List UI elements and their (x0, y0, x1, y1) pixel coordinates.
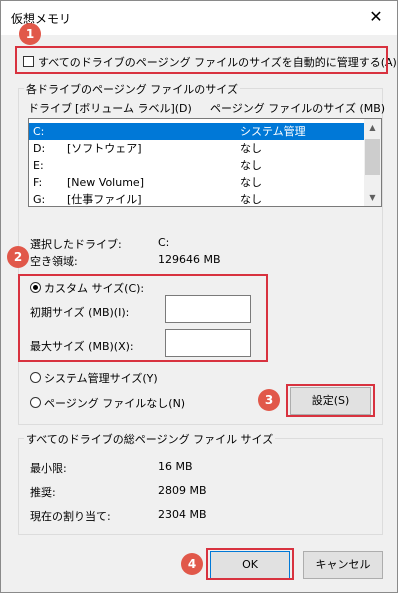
column-header-paging-size: ページング ファイルのサイズ (MB) (210, 102, 386, 115)
list-item[interactable]: G: [仕事ファイル] なし (29, 191, 365, 206)
list-item[interactable]: D: [ソフトウェア] なし (29, 140, 365, 157)
system-managed-radio[interactable] (30, 372, 41, 383)
no-paging-file-radio[interactable] (30, 397, 41, 408)
selected-drive-value: C: (158, 236, 170, 249)
scroll-up-icon[interactable]: ▲ (364, 119, 381, 136)
annotation-badge-2: 2 (7, 246, 29, 268)
list-item[interactable]: E: なし (29, 157, 365, 174)
column-header-volume-label: [ボリューム ラベル](D) (75, 102, 192, 115)
window-title: 仮想メモリ (11, 12, 72, 26)
drive-letter: E: (33, 159, 44, 172)
cancel-button[interactable]: キャンセル (303, 551, 383, 579)
no-paging-file-label: ページング ファイルなし(N) (44, 397, 186, 410)
paging-size: なし (240, 193, 262, 206)
volume-label: [ソフトウェア] (67, 142, 142, 155)
highlight-box-ok-button (206, 548, 294, 580)
drive-letter: D: (33, 142, 46, 155)
list-item[interactable]: C: システム管理 (29, 123, 365, 140)
system-managed-label: システム管理サイズ(Y) (44, 372, 158, 385)
scroll-down-icon[interactable]: ▼ (364, 189, 381, 206)
title-bar: 仮想メモリ ✕ (1, 1, 397, 35)
drive-letter: G: (33, 193, 46, 206)
recommended-label: 推奨: (30, 486, 56, 499)
paging-size: なし (240, 159, 262, 172)
highlight-box-custom-size (18, 274, 268, 362)
drives-group-title: 各ドライブのページング ファイルのサイズ (24, 81, 240, 97)
total-paging-group-title: すべてのドライブの総ページング ファイル サイズ (24, 431, 276, 447)
current-allocation-value: 2304 MB (158, 508, 207, 521)
annotation-badge-4: 4 (181, 553, 203, 575)
paging-size: なし (240, 176, 262, 189)
drive-letter: F: (33, 176, 43, 189)
column-header-drive: ドライブ (28, 102, 72, 115)
minimum-label: 最小限: (30, 462, 67, 475)
virtual-memory-dialog: 仮想メモリ ✕ 1 すべてのドライブのページング ファイルのサイズを自動的に管理… (0, 0, 398, 593)
free-space-value: 129646 MB (158, 253, 221, 266)
drive-letter: C: (33, 125, 45, 138)
recommended-value: 2809 MB (158, 484, 207, 497)
highlight-box-auto-manage (15, 46, 388, 74)
list-scrollbar[interactable]: ▲ ▼ (364, 119, 381, 206)
paging-size: なし (240, 142, 262, 155)
highlight-box-set-button (286, 384, 375, 417)
annotation-badge-3: 3 (258, 389, 280, 411)
minimum-value: 16 MB (158, 460, 193, 473)
close-icon[interactable]: ✕ (365, 7, 387, 27)
annotation-badge-1: 1 (19, 23, 41, 45)
volume-label: [仕事ファイル] (67, 193, 142, 206)
paging-size: システム管理 (240, 125, 306, 138)
drives-list[interactable]: C: システム管理 D: [ソフトウェア] なし E: なし F: [New V… (28, 118, 382, 207)
list-item[interactable]: F: [New Volume] なし (29, 174, 365, 191)
scroll-thumb[interactable] (365, 139, 380, 175)
selected-drive-label: 選択したドライブ: (30, 238, 122, 251)
free-space-label: 空き領域: (30, 255, 78, 268)
current-allocation-label: 現在の割り当て: (30, 510, 111, 523)
volume-label: [New Volume] (67, 176, 144, 189)
